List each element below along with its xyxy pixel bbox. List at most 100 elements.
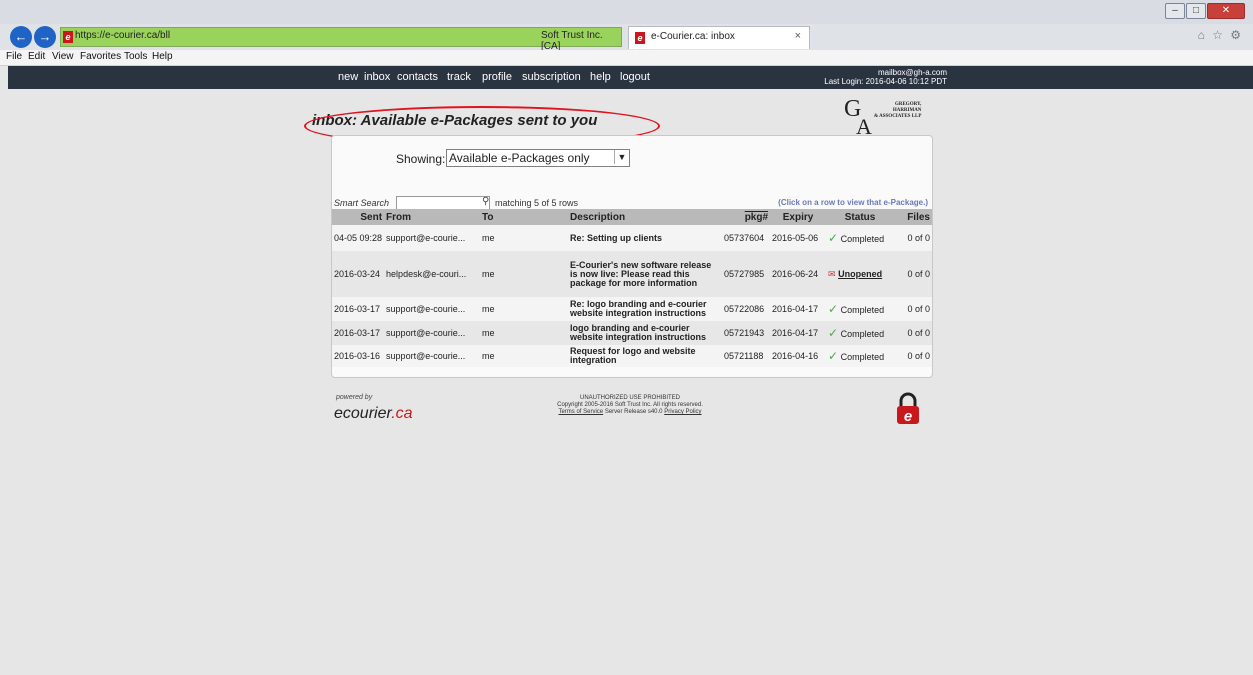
terms-link[interactable]: Terms of Service	[558, 409, 603, 415]
cell-from: support@e-courie...	[384, 321, 481, 345]
col-from[interactable]: From	[384, 209, 481, 225]
col-to[interactable]: To	[480, 209, 569, 225]
inbox-panel: Showing: Available e-Packages only ▼ Sma…	[331, 135, 933, 378]
cell-description: logo branding and e-courier website inte…	[568, 321, 723, 345]
cell-description: Re: Setting up clients	[568, 225, 723, 251]
cell-to: me	[480, 225, 569, 251]
cell-expiry: 2016-06-24	[770, 251, 827, 297]
browser-titlebar	[0, 0, 1253, 24]
table-row[interactable]: 2016-03-17 support@e-courie... me Re: lo…	[332, 297, 932, 321]
check-icon: ✓	[828, 231, 839, 245]
ecourier-logo[interactable]: ecourier.ca	[334, 405, 413, 423]
privacy-link[interactable]: Privacy Policy	[664, 409, 701, 415]
maximize-button[interactable]: □	[1186, 3, 1206, 19]
cell-expiry: 2016-04-16	[770, 345, 827, 367]
cell-status: ✓ Completed	[826, 321, 895, 345]
chevron-down-icon: ▼	[614, 150, 629, 164]
powered-by-label: powered by	[336, 394, 373, 401]
menu-help[interactable]: Help	[152, 51, 173, 62]
col-pkg[interactable]: pkg#	[722, 209, 771, 225]
col-description[interactable]: Description	[568, 209, 723, 225]
nav-inbox[interactable]: inbox	[364, 71, 390, 83]
nav-track[interactable]: track	[447, 71, 471, 83]
minimize-button[interactable]: –	[1165, 3, 1185, 19]
menu-file[interactable]: File	[6, 51, 22, 62]
table-row[interactable]: 2016-03-24 helpdesk@e-couri... me E-Cour…	[332, 251, 932, 297]
tab-close-icon[interactable]: ×	[795, 30, 801, 42]
menu-view[interactable]: View	[52, 51, 74, 62]
nav-logout[interactable]: logout	[620, 71, 650, 83]
smart-search-label: Smart Search	[334, 198, 390, 208]
close-window-button[interactable]: ✕	[1207, 3, 1245, 19]
col-status[interactable]: Status	[826, 209, 895, 225]
showing-filter-value: Available e-Packages only	[449, 151, 590, 165]
col-files[interactable]: Files	[894, 209, 932, 225]
cell-sent: 2016-03-24	[332, 251, 385, 297]
menu-edit[interactable]: Edit	[28, 51, 45, 62]
table-row[interactable]: 2016-03-17 support@e-courie... me logo b…	[332, 321, 932, 345]
table-row[interactable]: 2016-03-16 support@e-courie... me Reques…	[332, 345, 932, 367]
search-icon[interactable]: ⚲	[482, 196, 489, 207]
envelope-icon: ✉	[828, 268, 836, 279]
lock-icon: e	[895, 392, 921, 426]
cell-files: 0 of 0	[894, 321, 932, 345]
cell-pkg: 05721188	[722, 345, 771, 367]
check-icon: ✓	[828, 349, 839, 363]
nav-subscription[interactable]: subscription	[522, 71, 581, 83]
cell-expiry: 2016-05-06	[770, 225, 827, 251]
nav-profile[interactable]: profile	[482, 71, 512, 83]
matching-count: matching 5 of 5 rows	[495, 198, 579, 208]
cell-expiry: 2016-04-17	[770, 321, 827, 345]
table-row[interactable]: 04-05 09:28 support@e-courie... me Re: S…	[332, 225, 932, 251]
cell-to: me	[480, 297, 569, 321]
cell-pkg: 05737604	[722, 225, 771, 251]
user-email: mailbox@gh-a.com	[877, 68, 947, 77]
col-sent[interactable]: Sent	[332, 209, 385, 225]
cell-description: Request for logo and website integration	[568, 345, 723, 367]
cell-from: support@e-courie...	[384, 345, 481, 367]
url-text: https://e-courier.ca/bll	[75, 30, 171, 41]
col-expiry[interactable]: Expiry	[770, 209, 827, 225]
cell-sent: 2016-03-16	[332, 345, 385, 367]
server-release: Server Release s40.0	[604, 409, 663, 415]
menu-favorites[interactable]: Favorites	[80, 51, 121, 62]
menu-bar: File Edit View Favorites Tools Help	[0, 50, 1253, 66]
browser-tools-icons[interactable]: ⌂ ☆ ⚙	[1198, 28, 1243, 42]
check-icon: ✓	[828, 326, 839, 340]
cell-status: ✓ Completed	[826, 297, 895, 321]
cell-sent: 2016-03-17	[332, 321, 385, 345]
cell-expiry: 2016-04-17	[770, 297, 827, 321]
tab-favicon-icon: e	[635, 32, 645, 44]
cell-sent: 2016-03-17	[332, 297, 385, 321]
browser-tab[interactable]: e e-Courier.ca: inbox ×	[628, 26, 810, 49]
status-text: Completed	[840, 329, 885, 339]
nav-contacts[interactable]: contacts	[397, 71, 438, 83]
menu-tools[interactable]: Tools	[124, 51, 147, 62]
cell-from: helpdesk@e-couri...	[384, 251, 481, 297]
cell-files: 0 of 0	[894, 297, 932, 321]
table-header-row: Sent From To Description pkg# Expiry Sta…	[332, 209, 932, 225]
back-button[interactable]: ←	[10, 26, 32, 48]
certificate-label[interactable]: Soft Trust Inc. [CA]	[541, 30, 621, 52]
cell-from: support@e-courie...	[384, 225, 481, 251]
cell-status: ✓ Completed	[826, 345, 895, 367]
click-hint: (Click on a row to view that e-Package.)	[778, 198, 928, 207]
showing-label: Showing:	[396, 152, 446, 166]
smart-search-input[interactable]	[396, 196, 490, 210]
address-bar[interactable]: e https://e-courier.ca/bll Soft Trust In…	[60, 27, 622, 52]
showing-filter-select[interactable]: Available e-Packages only ▼	[446, 149, 630, 167]
status-text: Completed	[840, 234, 885, 244]
packages-table: Sent From To Description pkg# Expiry Sta…	[332, 209, 932, 367]
cell-status: ✉ Unopened	[826, 251, 895, 297]
forward-button[interactable]: →	[34, 26, 56, 48]
cell-description: E-Courier's new software release is now …	[568, 251, 723, 297]
status-text[interactable]: Unopened	[838, 269, 882, 279]
last-login: Last Login: 2016-04-06 10:12 PDT	[824, 77, 947, 86]
check-icon: ✓	[828, 302, 839, 316]
cell-pkg: 05721943	[722, 321, 771, 345]
site-nav-bar: new inbox contacts track profile subscri…	[8, 66, 1253, 89]
nav-new[interactable]: new	[338, 71, 358, 83]
nav-help[interactable]: help	[590, 71, 611, 83]
cell-to: me	[480, 345, 569, 367]
status-text: Completed	[840, 305, 885, 315]
